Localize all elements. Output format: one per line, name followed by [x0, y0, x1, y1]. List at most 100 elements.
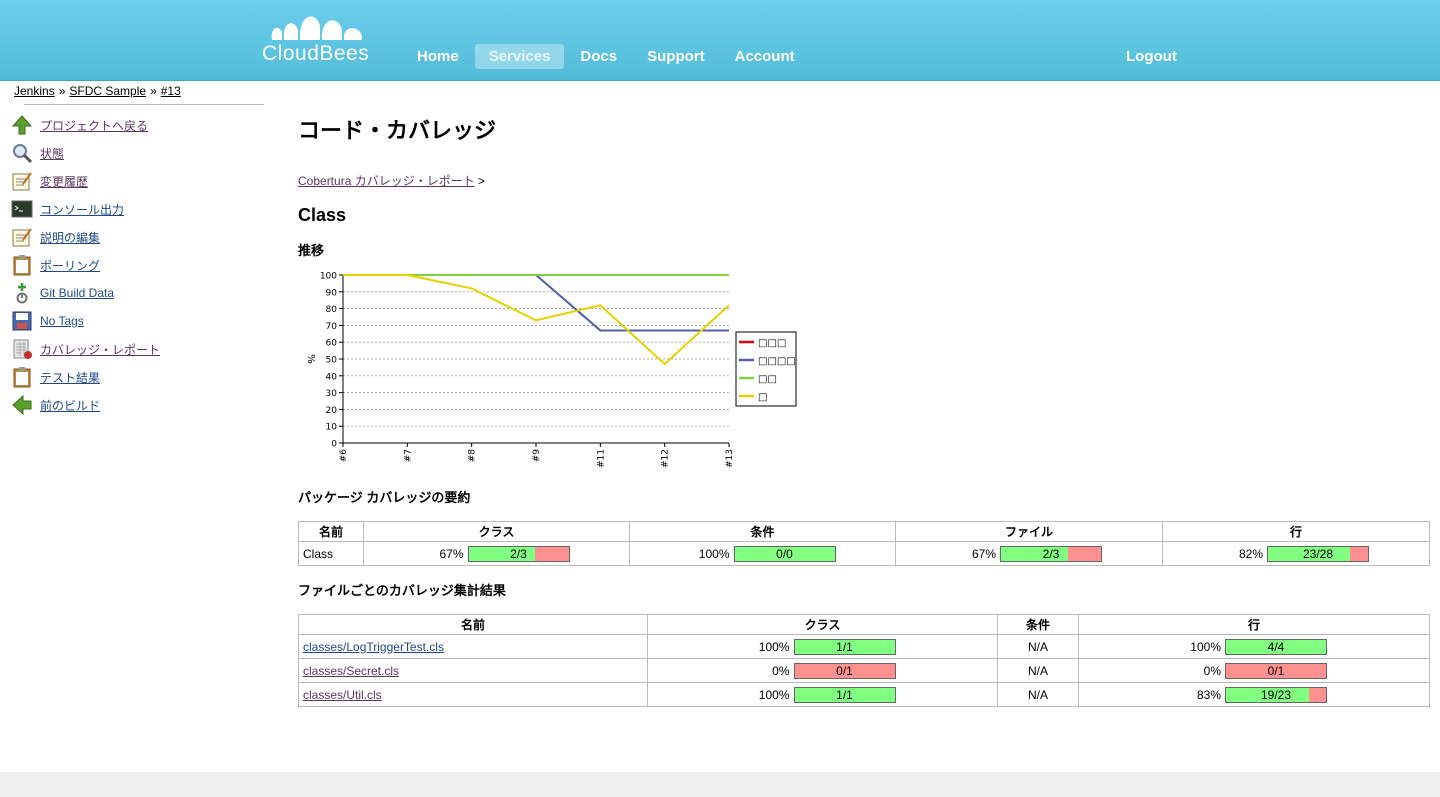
- sidebar-item-label[interactable]: プロジェクトへ戻る: [40, 117, 148, 134]
- column-header[interactable]: 行: [1078, 614, 1430, 635]
- sidebar-item-no-tags[interactable]: No Tags: [10, 307, 260, 335]
- file-link[interactable]: classes/Secret.cls: [303, 664, 399, 678]
- y-tick-label: 100: [320, 272, 337, 282]
- sidebar-item-label[interactable]: テスト結果: [40, 369, 100, 386]
- sidebar-item-label[interactable]: コンソール出力: [40, 201, 124, 218]
- breadcrumb-separator: »: [150, 84, 157, 98]
- nav-services[interactable]: Services: [474, 43, 565, 69]
- logout-link[interactable]: Logout: [1126, 48, 1177, 65]
- trend-title: 推移: [298, 243, 325, 258]
- sidebar-item-label[interactable]: カバレッジ・レポート: [40, 341, 160, 358]
- y-tick-label: 0: [331, 440, 337, 450]
- sidebar-item-coverage-report[interactable]: カバレッジ・レポート: [10, 335, 260, 363]
- notepad-icon: [10, 225, 34, 249]
- coverage-cell: 100% 1/1: [652, 686, 993, 703]
- legend-label: □□: [758, 374, 777, 385]
- breadcrumb-jenkins[interactable]: Jenkins: [14, 84, 55, 98]
- y-tick-label: 80: [326, 305, 338, 315]
- nav-home[interactable]: Home: [403, 44, 473, 69]
- x-tick-label: #12: [661, 449, 671, 468]
- y-tick-label: 20: [326, 406, 338, 416]
- coverage-percent: 82%: [1238, 546, 1263, 561]
- package-name: Class: [298, 541, 364, 566]
- sidebar-item-previous-build[interactable]: 前のビルド: [10, 391, 260, 419]
- sidebar-item-label[interactable]: 変更履歴: [40, 173, 88, 190]
- coverage-percent: 67%: [971, 546, 996, 561]
- table-header-row: 名前 クラス 条件 行: [298, 614, 1430, 635]
- cloudbees-logo[interactable]: CloudBees: [262, 8, 382, 68]
- top-header: CloudBees Home Services Docs Support Acc…: [0, 0, 1440, 81]
- coverage-bar-label: 1/1: [836, 687, 853, 702]
- coverage-cell: 82% 23/28: [1167, 545, 1425, 562]
- nav-account[interactable]: Account: [721, 44, 809, 69]
- coverage-bar: 19/23: [1225, 686, 1327, 703]
- coverage-cell: 100% 0/0: [634, 545, 891, 562]
- nav-docs[interactable]: Docs: [566, 44, 631, 69]
- coverage-cell: 83% 19/23: [1083, 686, 1425, 703]
- coverage-bar-label: 2/3: [1042, 546, 1060, 561]
- column-header[interactable]: 名前: [298, 521, 364, 542]
- column-header[interactable]: 条件: [997, 614, 1079, 635]
- sidebar-item-label[interactable]: ポーリング: [40, 257, 100, 274]
- clipboard-icon: [10, 365, 34, 389]
- sidebar-item-label[interactable]: No Tags: [40, 314, 84, 328]
- x-tick-label: #13: [725, 449, 735, 468]
- column-header[interactable]: 条件: [629, 521, 896, 542]
- column-header[interactable]: クラス: [647, 614, 998, 635]
- sidebar-item-label[interactable]: Git Build Data: [40, 286, 114, 300]
- y-axis-label: %: [305, 354, 316, 364]
- sidebar-item-label[interactable]: 前のビルド: [40, 397, 100, 414]
- coverage-bar: 0/0: [733, 545, 836, 562]
- table-row: classes/LogTriggerTest.cls 100% 1/1 N/A 100%…: [298, 634, 1430, 659]
- coverage-cell: 0% 0/1: [1083, 662, 1425, 679]
- sidebar-item-test-results[interactable]: テスト結果: [10, 363, 260, 391]
- file-link[interactable]: classes/Util.cls: [303, 688, 382, 702]
- breadcrumb-build[interactable]: #13: [161, 84, 181, 98]
- file-link[interactable]: classes/LogTriggerTest.cls: [303, 640, 444, 654]
- breadcrumb-divider: [24, 104, 264, 105]
- coverage-bar-label: 0/0: [776, 546, 793, 561]
- sidebar-item-git-build-data[interactable]: Git Build Data: [10, 279, 260, 307]
- sidebar-item-edit-description[interactable]: 説明の編集: [10, 223, 260, 251]
- y-tick-label: 50: [326, 356, 338, 366]
- coverage-percent: 100%: [758, 687, 790, 702]
- y-tick-label: 40: [326, 372, 338, 382]
- coverage-cell: 67% 2/3: [368, 545, 625, 562]
- nav-support[interactable]: Support: [633, 44, 719, 69]
- coverage-icon: [10, 337, 34, 361]
- coverage-percent: 100%: [1190, 639, 1221, 654]
- coverage-percent: 100%: [758, 639, 790, 654]
- coverage-bar: 0/1: [793, 662, 896, 679]
- sidebar-item-polling[interactable]: ポーリング: [10, 251, 260, 279]
- file-coverage-table: 名前 クラス 条件 行 classes/LogTriggerTest.cls 10…: [298, 614, 1430, 707]
- column-header[interactable]: 行: [1162, 521, 1430, 542]
- sidebar-item-console[interactable]: コンソール出力: [10, 195, 260, 223]
- column-header[interactable]: ファイル: [895, 521, 1163, 542]
- terminal-icon: [10, 197, 34, 221]
- column-header[interactable]: クラス: [363, 521, 630, 542]
- sidebar-item-label[interactable]: 説明の編集: [40, 229, 100, 246]
- legend-label: □: [758, 392, 767, 403]
- coverage-cell: 67% 2/3: [900, 545, 1158, 562]
- cobertura-report-link[interactable]: Cobertura カバレッジ・レポート: [298, 174, 475, 188]
- breadcrumb-separator: »: [58, 84, 66, 98]
- coverage-bar-label: 4/4: [1267, 639, 1285, 654]
- x-tick-label: #8: [468, 449, 478, 463]
- sidebar-item-label[interactable]: 状態: [40, 145, 64, 162]
- coverage-trend-chart: 0 10 20 30 40 50 60 70 80 90 100% #6 #7 #8 #9 #11 #12 #13…: [298, 265, 818, 477]
- package-summary-title: パッケージ カバレッジの要約: [298, 490, 471, 505]
- y-tick-label: 70: [326, 322, 338, 332]
- x-tick-label: #6: [339, 449, 349, 463]
- sidebar-item-changes[interactable]: 変更履歴: [10, 167, 260, 195]
- sidebar: プロジェクトへ戻る 状態 変更履歴 コンソール出力 説明の編集 ポーリング Gi…: [10, 111, 260, 419]
- condition-value: N/A: [997, 658, 1079, 683]
- y-tick-label: 10: [326, 423, 338, 433]
- condition-value: N/A: [997, 634, 1079, 659]
- breadcrumb: Jenkins» SFDC Sample» #13: [14, 84, 181, 98]
- column-header[interactable]: 名前: [298, 614, 648, 635]
- report-breadcrumb: Cobertura カバレッジ・レポート >: [298, 172, 1430, 189]
- breadcrumb-sfdc-sample[interactable]: SFDC Sample: [69, 84, 146, 98]
- sidebar-item-status[interactable]: 状態: [10, 139, 260, 167]
- sidebar-item-back-to-project[interactable]: プロジェクトへ戻る: [10, 111, 260, 139]
- save-icon: [10, 309, 34, 333]
